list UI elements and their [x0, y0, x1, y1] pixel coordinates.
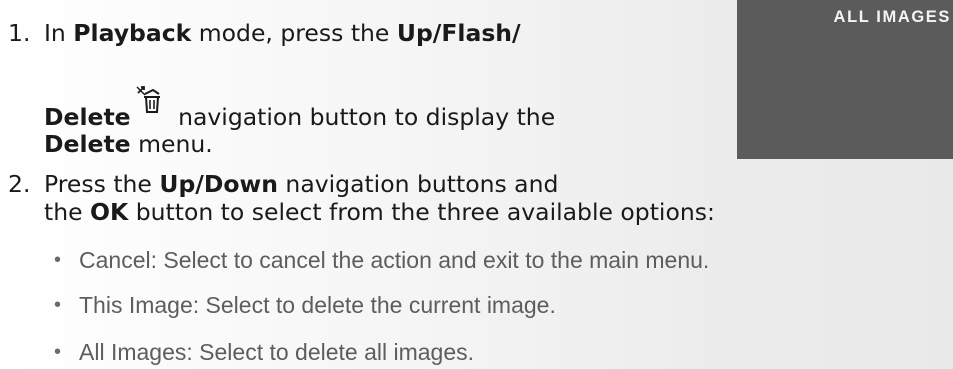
playback-mode-term: Playback — [73, 19, 192, 47]
camera-screen-thumbnail: ALL IMAGES — [737, 0, 953, 159]
up-flash-button-term: Up/Flash/ — [396, 19, 521, 47]
step-2-line-2-post: button to select from the three availabl… — [128, 198, 715, 226]
option-cancel-text: Cancel: Select to cancel the action and … — [79, 247, 710, 273]
option-all-images-text: All Images: Select to delete all images. — [79, 339, 475, 365]
step-2-number: 2. — [8, 170, 31, 198]
step-2-line-1: 2. Press the Up/Down navigation buttons a… — [8, 170, 558, 198]
flash-off-trash-icon — [135, 86, 165, 129]
delete-button-term: Delete — [44, 103, 131, 131]
up-down-buttons-term: Up/Down — [159, 170, 278, 198]
step-1-line-3: Delete menu. — [44, 130, 213, 158]
bullet-marker: • — [54, 249, 62, 271]
step-1-text-after-icon: navigation button to display the — [170, 103, 556, 131]
screen-menu-label: ALL IMAGES — [833, 8, 951, 26]
step-2-text-pre: Press the — [44, 170, 160, 198]
bullet-marker: • — [54, 341, 62, 363]
step-1-text-end: menu. — [130, 130, 213, 158]
step-2-line-2: the OK button to select from the three a… — [44, 198, 715, 226]
step-1-text-pre: In — [44, 19, 74, 47]
step-1-text-mid: mode, press the — [191, 19, 397, 47]
step-2-line-2-pre: the — [44, 198, 91, 226]
step-2-text-post: navigation buttons and — [277, 170, 559, 198]
delete-menu-term: Delete — [44, 130, 131, 158]
option-this-image-text: This Image: Select to delete the current… — [79, 292, 556, 318]
step-1-number: 1. — [8, 19, 31, 47]
manual-page: 1. In Playback mode, press the Up/Flash/ … — [0, 0, 953, 369]
ok-button-term: OK — [90, 198, 129, 226]
step-1-line-1: 1. In Playback mode, press the Up/Flash/ — [8, 19, 521, 47]
step-1-line-2: Delete navigation button to display the — [44, 86, 556, 131]
bullet-marker: • — [54, 294, 62, 316]
